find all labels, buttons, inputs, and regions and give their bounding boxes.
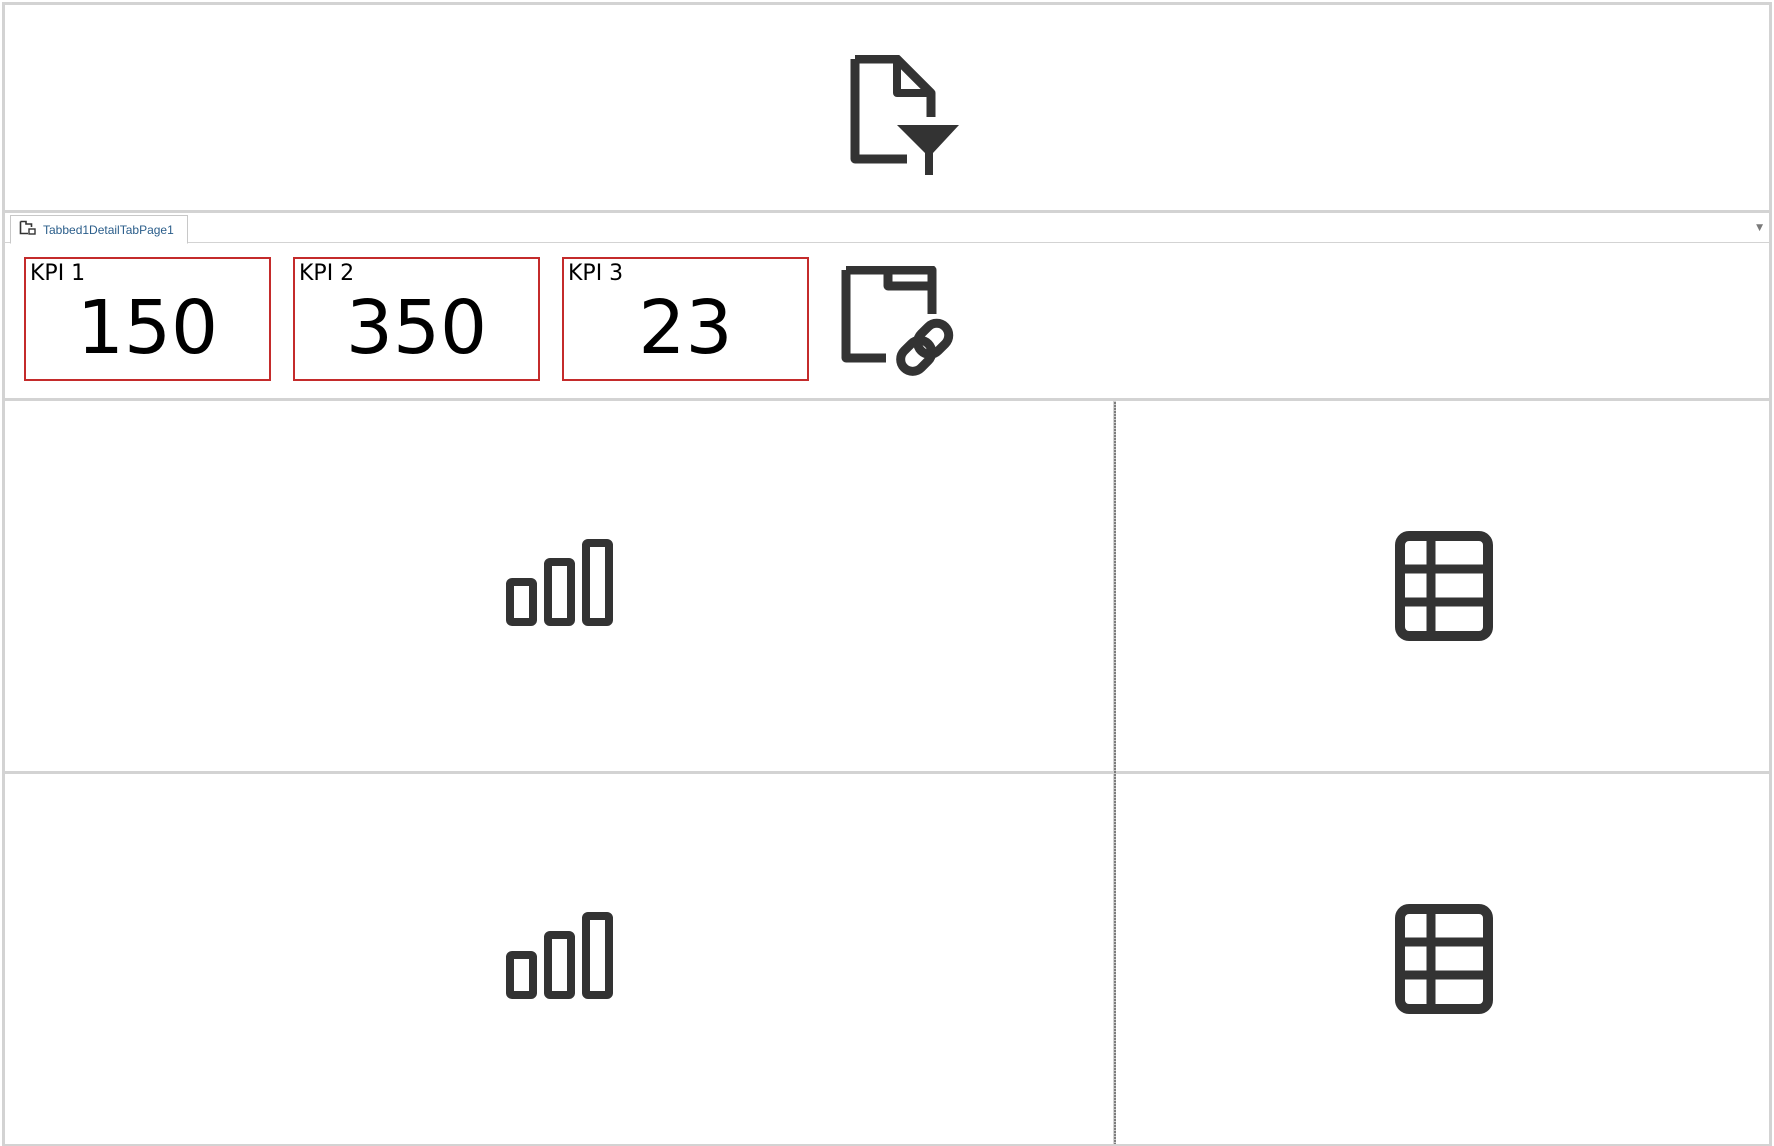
bar-chart-icon xyxy=(506,539,616,629)
folder-link-icon[interactable] xyxy=(838,266,958,384)
chevron-down-icon[interactable]: ▼ xyxy=(1756,223,1763,233)
tab-label: Tabbed1DetailTabPage1 xyxy=(43,222,174,237)
tab-strip: Tabbed1DetailTabPage1 ▼ xyxy=(5,213,1769,244)
tabbed-panel: Tabbed1DetailTabPage1 ▼ KPI 1 150 KPI 2 … xyxy=(2,210,1772,401)
grid-panel-1[interactable] xyxy=(1113,398,1772,774)
table-grid-icon xyxy=(1395,531,1493,641)
table-grid-icon xyxy=(1395,904,1493,1014)
kpi-value: 23 xyxy=(638,285,733,371)
vertical-splitter[interactable] xyxy=(1114,402,1116,1144)
grid-panel-2[interactable] xyxy=(1113,771,1772,1146)
dashboard-canvas: Tabbed1DetailTabPage1 ▼ KPI 1 150 KPI 2 … xyxy=(0,0,1774,1146)
tab-page-icon xyxy=(19,220,37,240)
tab-tabbed1-detail-tab-page1[interactable]: Tabbed1DetailTabPage1 xyxy=(10,215,188,244)
bar-chart-icon xyxy=(506,912,616,1002)
document-filter-icon xyxy=(845,55,963,175)
chart-panel-2[interactable] xyxy=(2,771,1119,1146)
kpi-card-3[interactable]: KPI 3 23 xyxy=(562,257,809,381)
filter-panel[interactable] xyxy=(2,2,1772,213)
kpi-value: 150 xyxy=(76,285,219,371)
kpi-value: 350 xyxy=(345,285,488,371)
kpi-card-2[interactable]: KPI 2 350 xyxy=(293,257,540,381)
chart-panel-1[interactable] xyxy=(2,398,1119,774)
kpi-card-1[interactable]: KPI 1 150 xyxy=(24,257,271,381)
